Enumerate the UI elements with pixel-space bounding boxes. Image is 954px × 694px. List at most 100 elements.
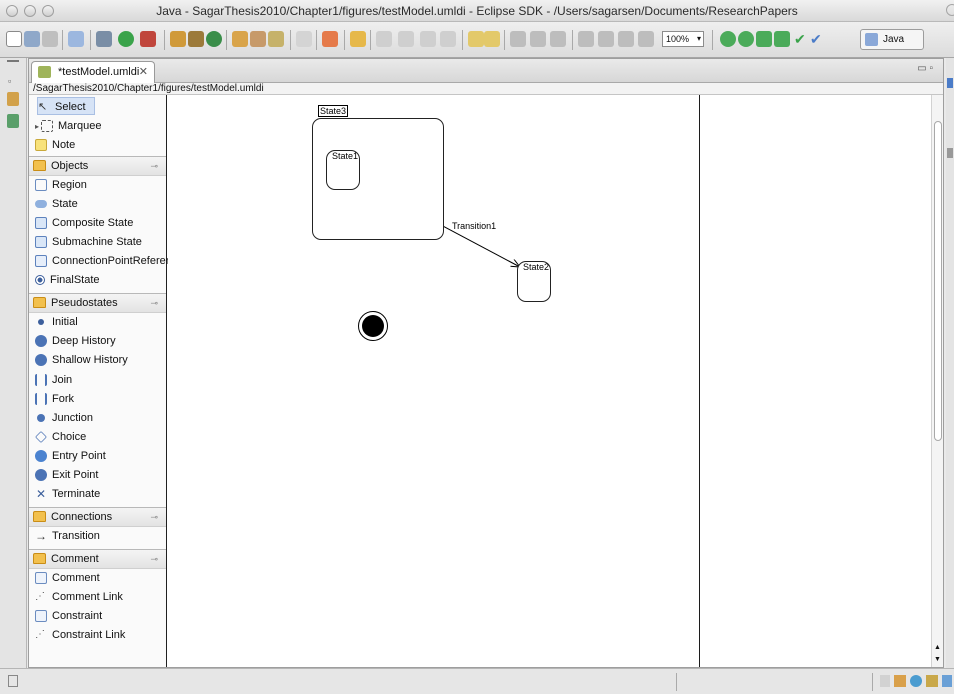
scroll-up-icon[interactable]: ▲ — [934, 644, 941, 651]
open-type-icon[interactable] — [232, 31, 248, 47]
new-icon[interactable] — [6, 31, 22, 47]
pencil-icon[interactable] — [268, 31, 284, 47]
fit-icon[interactable] — [638, 31, 654, 47]
palette-item-terminate[interactable]: ✕ Terminate — [35, 485, 100, 503]
editor-tab[interactable]: *testModel.umldi ✕ — [31, 61, 155, 83]
print-icon[interactable] — [42, 31, 58, 47]
console-icon[interactable] — [942, 675, 952, 687]
validate-all-icon[interactable]: ✔ — [810, 31, 822, 47]
top-icon[interactable] — [774, 31, 790, 47]
palette-tool-select[interactable]: ↖ Select — [37, 97, 95, 115]
palette-item-constraint[interactable]: Constraint — [35, 607, 102, 625]
pin-icon[interactable]: ⊸ — [150, 157, 158, 175]
vertical-scrollbar[interactable]: ▲ ▼ — [931, 95, 943, 667]
align-top-icon[interactable] — [440, 31, 456, 47]
terminate-icon: ✕ — [35, 487, 47, 502]
match-height-icon[interactable] — [530, 31, 546, 47]
scroll-down-icon[interactable]: ▼ — [934, 656, 941, 663]
diagram-canvas[interactable]: State3 State1 State2 Transition1 — [168, 95, 699, 667]
palette-item-entry-point[interactable]: Entry Point — [35, 447, 106, 465]
unlink-icon[interactable] — [484, 31, 500, 47]
palette-item-exit-point[interactable]: Exit Point — [35, 466, 98, 484]
palette-item-comment[interactable]: Comment — [35, 569, 100, 587]
palette-item-connection-point-reference[interactable]: ConnectionPointReference — [35, 252, 183, 270]
drawer-objects[interactable]: Objects ⊸ — [29, 156, 166, 176]
constraint-link-icon: ⋰ — [35, 629, 45, 641]
java-perspective-button[interactable]: Java — [860, 29, 924, 50]
palette-item-submachine-state[interactable]: Submachine State — [35, 233, 142, 251]
new-class-icon[interactable] — [206, 31, 222, 47]
pin-icon[interactable] — [296, 31, 312, 47]
link-icon[interactable] — [468, 31, 484, 47]
pin-icon[interactable]: ⊸ — [150, 508, 158, 526]
align-right-icon[interactable] — [420, 31, 436, 47]
composite-state-label[interactable]: State3 — [318, 105, 349, 117]
minimize-maximize-icon[interactable]: ▭ ▫ — [917, 63, 933, 74]
save-icon[interactable] — [24, 31, 40, 47]
hierarchy-icon[interactable] — [7, 114, 19, 128]
new-package-icon[interactable] — [188, 31, 204, 47]
align-center-icon[interactable] — [398, 31, 414, 47]
zoom-select[interactable]: 100% ▾ — [662, 31, 704, 47]
match-size-icon[interactable] — [550, 31, 566, 47]
search-icon[interactable] — [68, 31, 84, 47]
palette-item-comment-link[interactable]: ⋰ Comment Link — [35, 588, 123, 606]
palette-item-junction[interactable]: Junction — [35, 409, 93, 427]
drawer-comment[interactable]: Comment ⊸ — [29, 549, 166, 569]
package-explorer-icon[interactable] — [7, 92, 19, 106]
pin-icon[interactable]: ⊸ — [150, 550, 158, 568]
grid-icon[interactable] — [618, 31, 634, 47]
palette-item-constraint-link[interactable]: ⋰ Constraint Link — [35, 626, 125, 644]
distribute-vertical-icon[interactable] — [598, 31, 614, 47]
new-java-project-icon[interactable] — [170, 31, 186, 47]
restore-icon[interactable] — [880, 675, 890, 687]
tasks-icon[interactable] — [894, 675, 906, 687]
palette-item-final-state[interactable]: FinalState — [35, 271, 100, 289]
palette-item-deep-history[interactable]: Deep History — [35, 332, 116, 350]
toolbar-toggle-button[interactable] — [946, 4, 954, 16]
run-icon[interactable] — [118, 31, 134, 47]
fast-view-icon[interactable] — [8, 675, 18, 687]
open-task-icon[interactable] — [250, 31, 266, 47]
main-toolbar: 100% ▾ ✔ ✔ Java — [0, 22, 954, 58]
minimize-icon[interactable] — [7, 60, 19, 62]
palette-item-fork[interactable]: Fork — [35, 390, 74, 408]
validate-icon[interactable]: ✔ — [794, 31, 806, 47]
palette-tool-marquee[interactable]: ▸ Marquee — [35, 117, 101, 135]
scrollbar-thumb[interactable] — [934, 121, 942, 441]
java-perspective-icon — [865, 33, 878, 46]
palette-item-join[interactable]: Join — [35, 371, 72, 389]
debug-icon[interactable] — [96, 31, 112, 47]
palette-item-region[interactable]: Region — [35, 176, 87, 194]
close-icon[interactable]: ✕ — [139, 62, 148, 82]
declaration-icon[interactable] — [926, 675, 938, 687]
forward-icon[interactable] — [738, 31, 754, 47]
javadoc-icon[interactable] — [910, 675, 922, 687]
properties-view-icon[interactable] — [947, 148, 953, 158]
back-icon[interactable] — [720, 31, 736, 47]
diagram-canvas-offpage[interactable] — [699, 95, 931, 667]
external-tools-icon[interactable] — [140, 31, 156, 47]
palette-item-shallow-history[interactable]: Shallow History — [35, 351, 128, 369]
palette-item-state[interactable]: State — [35, 195, 78, 213]
submachine-state-icon — [35, 236, 47, 249]
drawer-connections[interactable]: Connections ⊸ — [29, 507, 166, 527]
marquee-icon — [41, 120, 54, 133]
final-state-node[interactable] — [358, 311, 388, 341]
pin-icon[interactable]: ⊸ — [150, 294, 158, 312]
up-icon[interactable] — [756, 31, 772, 47]
drawer-pseudostates[interactable]: Pseudostates ⊸ — [29, 293, 166, 313]
annotation-icon[interactable] — [350, 31, 366, 47]
export-icon[interactable] — [322, 31, 338, 47]
palette-item-initial[interactable]: Initial — [35, 313, 78, 331]
outline-view-icon[interactable] — [947, 78, 953, 88]
restore-icon[interactable]: ▫ — [8, 76, 11, 86]
palette-item-transition[interactable]: → Transition — [35, 527, 100, 545]
palette-item-choice[interactable]: Choice — [35, 428, 86, 446]
palette-tool-note[interactable]: Note — [35, 136, 75, 154]
match-width-icon[interactable] — [510, 31, 526, 47]
distribute-icon[interactable] — [578, 31, 594, 47]
align-left-icon[interactable] — [376, 31, 392, 47]
palette-item-composite-state[interactable]: Composite State — [35, 214, 133, 232]
transition-label[interactable]: Transition1 — [452, 221, 496, 231]
